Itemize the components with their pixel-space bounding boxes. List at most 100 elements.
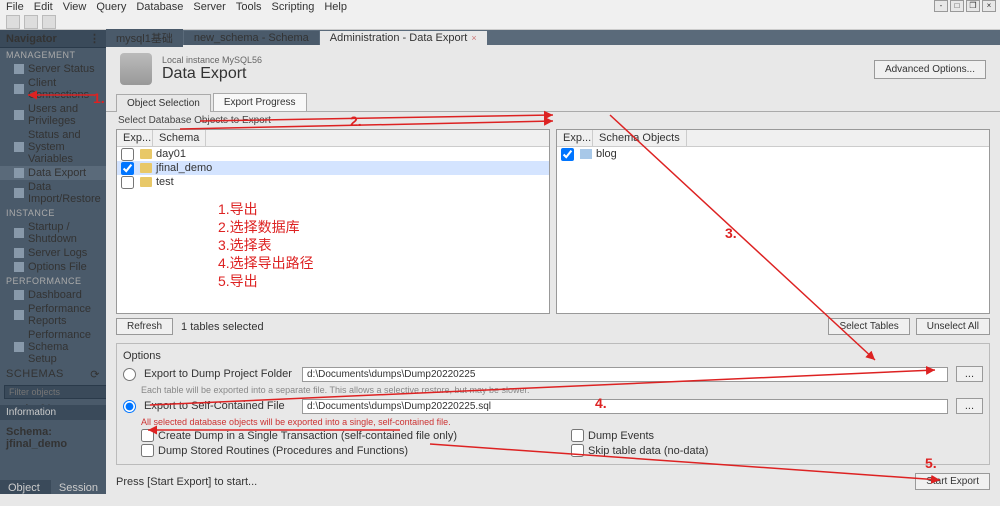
schema-checkbox[interactable] xyxy=(121,176,134,189)
table-icon xyxy=(580,149,592,159)
schema-name: jfinal_demo xyxy=(156,162,212,174)
sidebar-item-startup[interactable]: Startup / Shutdown xyxy=(0,220,106,246)
restore-icon[interactable]: ❐ xyxy=(966,0,980,12)
tab-close-icon[interactable]: × xyxy=(471,33,476,43)
toolbar-icon[interactable] xyxy=(6,15,20,29)
sidebar-item-options[interactable]: Options File xyxy=(0,260,106,274)
folder-note: Each table will be exported into a separ… xyxy=(123,384,983,396)
sidebar-item-dashboard[interactable]: Dashboard xyxy=(0,288,106,302)
sidebar-item-client-connections[interactable]: Client Connections xyxy=(0,76,106,102)
file-path-input[interactable] xyxy=(302,399,948,414)
sidebar-label: Server Logs xyxy=(28,247,87,259)
skip-data-checkbox[interactable] xyxy=(571,444,584,457)
select-tables-button[interactable]: Select Tables xyxy=(828,318,909,335)
sidebar-item-data-export[interactable]: Data Export xyxy=(0,166,106,180)
filter-input[interactable] xyxy=(4,385,106,399)
menu-tools[interactable]: Tools xyxy=(236,1,262,13)
schema-row[interactable]: day01 xyxy=(117,147,549,161)
menu-help[interactable]: Help xyxy=(324,1,347,13)
tab-new-schema[interactable]: new_schema - Schema xyxy=(184,31,319,45)
single-transaction-checkbox[interactable] xyxy=(141,429,154,442)
col-export[interactable]: Exp... xyxy=(117,130,153,146)
start-export-button[interactable]: Start Export xyxy=(915,473,990,490)
db-icon xyxy=(140,163,152,173)
schema-name: day01 xyxy=(156,148,186,160)
toolbar-icon[interactable] xyxy=(24,15,38,29)
sidebar-item-status-vars[interactable]: Status and System Variables xyxy=(0,128,106,166)
col-export[interactable]: Exp... xyxy=(557,130,593,146)
tab-session[interactable]: Session xyxy=(51,480,106,494)
schema-row[interactable]: test xyxy=(117,175,549,189)
sidebar-item-perf-schema[interactable]: Performance Schema Setup xyxy=(0,328,106,366)
sidebar-label: Performance Schema Setup xyxy=(28,329,100,365)
cb-label: Create Dump in a Single Transaction (sel… xyxy=(158,430,457,442)
section-label: Select Database Objects to Export xyxy=(106,112,1000,129)
schema-row[interactable]: jfinal_demo xyxy=(117,161,549,175)
browse-folder-button[interactable]: ... xyxy=(956,366,983,382)
menu-scripting[interactable]: Scripting xyxy=(272,1,315,13)
objects-listbox: Exp...Schema Objects blog xyxy=(556,129,990,314)
sidebar-label: Data Export xyxy=(28,167,86,179)
sidebar-item-users[interactable]: Users and Privileges xyxy=(0,102,106,128)
dump-routines-checkbox[interactable] xyxy=(141,444,154,457)
browse-file-button[interactable]: ... xyxy=(956,398,983,414)
schema-checkbox[interactable] xyxy=(121,162,134,175)
refresh-button[interactable]: Refresh xyxy=(116,318,173,335)
start-hint: Press [Start Export] to start... xyxy=(116,476,257,488)
dump-events-checkbox[interactable] xyxy=(571,429,584,442)
vars-icon xyxy=(14,142,24,152)
close-icon[interactable]: × xyxy=(982,0,996,12)
menu-edit[interactable]: Edit xyxy=(34,1,53,13)
refresh-icon[interactable]: ⟳ xyxy=(90,368,100,381)
export-folder-label: Export to Dump Project Folder xyxy=(144,368,294,380)
tab-object-info[interactable]: Object Info xyxy=(0,480,51,494)
tab-export-progress[interactable]: Export Progress xyxy=(213,93,307,111)
maximize-icon[interactable]: □ xyxy=(950,0,964,12)
sidebar-item-data-import[interactable]: Data Import/Restore xyxy=(0,180,106,206)
folder-path-input[interactable] xyxy=(302,367,948,382)
users-icon xyxy=(14,110,24,120)
menu-query[interactable]: Query xyxy=(96,1,126,13)
options-label: Options xyxy=(123,350,983,362)
options-icon xyxy=(14,262,24,272)
object-row[interactable]: blog xyxy=(557,147,989,161)
info-header: Information xyxy=(0,405,106,420)
export-folder-radio[interactable] xyxy=(123,368,136,381)
col-schema[interactable]: Schema xyxy=(153,130,206,146)
toolbar-icon[interactable] xyxy=(42,15,56,29)
options-panel: Options Export to Dump Project Folder ..… xyxy=(116,343,990,465)
menu-file[interactable]: File xyxy=(6,1,24,13)
power-icon xyxy=(14,228,24,238)
tab-mysql1[interactable]: mysql1基础 xyxy=(106,29,183,47)
export-file-radio[interactable] xyxy=(123,400,136,413)
col-schema-objects[interactable]: Schema Objects xyxy=(593,130,687,146)
schemas-section: SCHEMAS⟳ xyxy=(0,366,106,383)
sidebar-label: Status and System Variables xyxy=(28,129,100,165)
unselect-all-button[interactable]: Unselect All xyxy=(916,318,990,335)
menu-view[interactable]: View xyxy=(63,1,87,13)
object-checkbox[interactable] xyxy=(561,148,574,161)
menu-database[interactable]: Database xyxy=(136,1,183,13)
sidebar-label: Options File xyxy=(28,261,87,273)
sub-tabs: Object Selection Export Progress xyxy=(106,93,1000,112)
sidebar-item-server-status[interactable]: Server Status xyxy=(0,62,106,76)
start-row: Press [Start Export] to start... Start E… xyxy=(106,469,1000,494)
schema-checkbox[interactable] xyxy=(121,148,134,161)
connections-icon xyxy=(14,84,24,94)
editor-tabs: mysql1基础 new_schema - Schema Administrat… xyxy=(106,30,1000,45)
log-icon xyxy=(14,248,24,258)
sidebar-item-logs[interactable]: Server Logs xyxy=(0,246,106,260)
tab-object-selection[interactable]: Object Selection xyxy=(116,94,211,112)
tab-admin-export[interactable]: Administration - Data Export× xyxy=(320,31,487,45)
sidebar-label: Dashboard xyxy=(28,289,82,301)
tables-selected-status: 1 tables selected xyxy=(181,321,264,333)
sidebar-label: Server Status xyxy=(28,63,95,75)
panel-menu-icon[interactable]: ⋮ xyxy=(89,32,100,45)
advanced-options-button[interactable]: Advanced Options... xyxy=(874,60,986,79)
menu-server[interactable]: Server xyxy=(193,1,225,13)
sidebar-label: Users and Privileges xyxy=(28,103,100,127)
performance-section: PERFORMANCE xyxy=(0,274,106,288)
sidebar-item-perf-reports[interactable]: Performance Reports xyxy=(0,302,106,328)
cb-label: Dump Stored Routines (Procedures and Fun… xyxy=(158,445,408,457)
minimize-icon[interactable]: - xyxy=(934,0,948,12)
